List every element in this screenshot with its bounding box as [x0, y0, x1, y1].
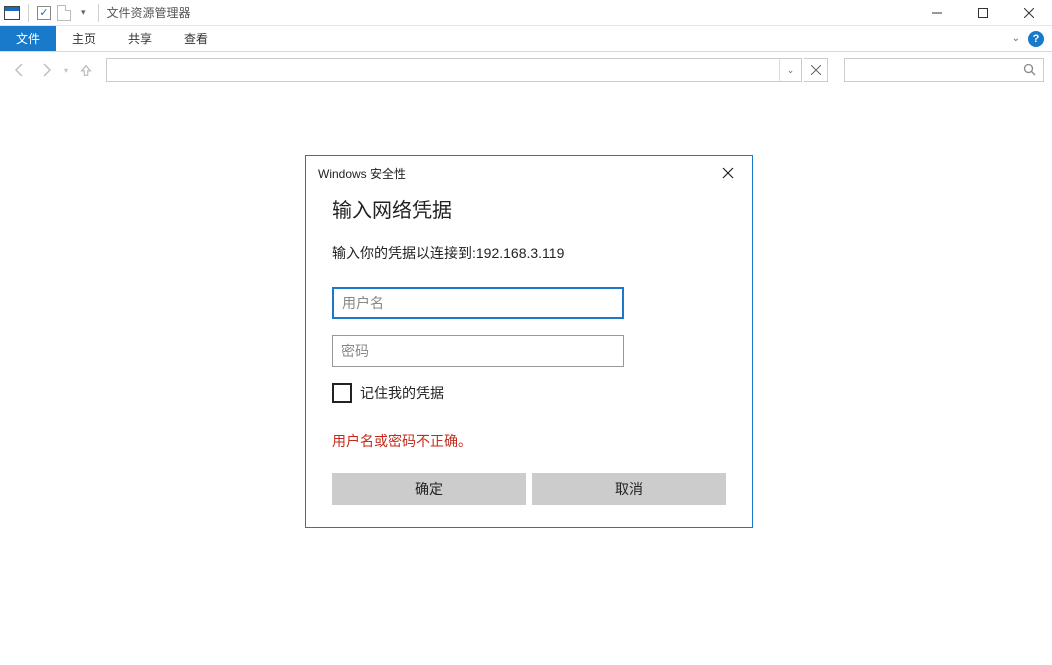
- cancel-button[interactable]: 取消: [532, 473, 726, 505]
- search-box[interactable]: [844, 58, 1044, 82]
- error-message: 用户名或密码不正确。: [332, 431, 726, 451]
- window-title: 文件资源管理器: [107, 4, 191, 21]
- remember-label: 记住我的凭据: [360, 383, 444, 403]
- forward-button[interactable]: [34, 58, 58, 82]
- username-input[interactable]: [332, 287, 624, 319]
- address-bar[interactable]: ⌄: [106, 58, 802, 82]
- navigation-bar: ▾ ⌄: [0, 52, 1052, 88]
- dialog-subtitle: 输入你的凭据以连接到:192.168.3.119: [332, 243, 726, 263]
- close-button[interactable]: [1006, 0, 1052, 26]
- maximize-button[interactable]: [960, 0, 1006, 26]
- tab-view[interactable]: 查看: [168, 26, 224, 51]
- quick-access-toolbar: ✓ ▾: [4, 4, 101, 22]
- search-icon: [1023, 63, 1037, 80]
- minimize-button[interactable]: [914, 0, 960, 26]
- dialog-close-button[interactable]: [716, 161, 740, 185]
- window-controls: [914, 0, 1052, 26]
- help-icon[interactable]: ?: [1028, 31, 1044, 47]
- credentials-dialog: Windows 安全性 输入网络凭据 输入你的凭据以连接到:192.168.3.…: [305, 155, 753, 528]
- window-titlebar: ✓ ▾ 文件资源管理器: [0, 0, 1052, 26]
- tab-share[interactable]: 共享: [112, 26, 168, 51]
- history-dropdown-icon[interactable]: ▾: [60, 66, 72, 75]
- new-folder-icon[interactable]: [57, 5, 71, 21]
- separator: [28, 4, 29, 22]
- ok-button[interactable]: 确定: [332, 473, 526, 505]
- ribbon-collapse-icon[interactable]: ⌄: [1012, 33, 1020, 44]
- address-refresh-button[interactable]: [804, 58, 828, 82]
- remember-checkbox[interactable]: [332, 383, 352, 403]
- tab-home[interactable]: 主页: [56, 26, 112, 51]
- app-icon: [4, 6, 20, 20]
- dialog-titlebar: Windows 安全性: [306, 156, 752, 190]
- qat-dropdown-icon[interactable]: ▾: [77, 7, 90, 18]
- up-button[interactable]: [74, 58, 98, 82]
- address-dropdown-icon[interactable]: ⌄: [779, 59, 801, 81]
- back-button[interactable]: [8, 58, 32, 82]
- password-input[interactable]: [332, 335, 624, 367]
- ribbon-tabs: 文件 主页 共享 查看 ⌄ ?: [0, 26, 1052, 52]
- properties-icon[interactable]: ✓: [37, 6, 51, 20]
- separator: [98, 4, 99, 22]
- dialog-heading: 输入网络凭据: [332, 194, 726, 223]
- dialog-title: Windows 安全性: [318, 165, 406, 182]
- tab-file[interactable]: 文件: [0, 26, 56, 51]
